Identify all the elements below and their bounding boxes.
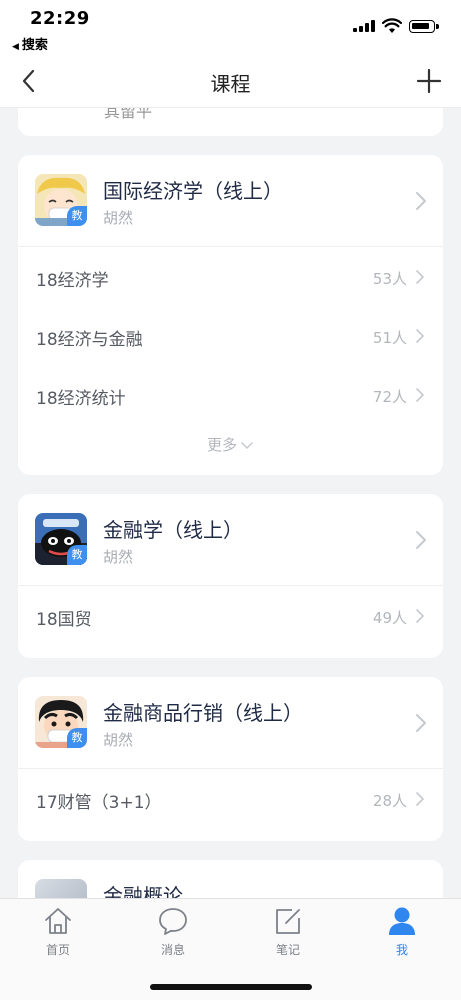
user-icon xyxy=(389,907,415,935)
teacher-badge: 教 xyxy=(67,206,87,226)
class-student-count: 51人 xyxy=(372,329,407,347)
course-teacher: 胡然 xyxy=(103,548,134,566)
teacher-badge: 教 xyxy=(67,728,87,748)
course-header[interactable]: 教 金融学（线上） 胡然 xyxy=(18,494,443,586)
class-name: 18经济学 xyxy=(36,271,109,291)
course-card: 教 金融商品行销（线上） 胡然 17财管（3+1） 28人 xyxy=(18,677,443,841)
status-icons xyxy=(353,18,443,34)
course-card-partial[interactable]: 其留平 xyxy=(18,108,443,136)
class-student-count: 28人 xyxy=(372,792,407,810)
back-app-label: 搜索 xyxy=(21,38,48,53)
home-icon xyxy=(45,908,71,934)
chevron-right-icon xyxy=(416,192,426,210)
tab-label: 我 xyxy=(395,943,408,957)
course-avatar xyxy=(35,879,87,898)
course-title: 国际经济学（线上） xyxy=(103,179,283,203)
tab-me[interactable]: 我 xyxy=(357,905,447,961)
class-student-count: 49人 xyxy=(372,609,407,627)
tab-label: 首页 xyxy=(45,943,70,957)
course-avatar: 教 xyxy=(35,696,87,748)
chevron-right-icon xyxy=(416,531,426,549)
tab-home[interactable]: 首页 xyxy=(13,905,103,961)
course-cover-image xyxy=(35,879,87,898)
page-title: 课程 xyxy=(210,72,251,96)
class-name: 18经济统计 xyxy=(36,389,126,409)
course-card: 教 国际经济学（线上） 胡然 18经济学 53人 18经济与金融 51人 18经… xyxy=(18,155,443,475)
course-title: 金融概论 xyxy=(103,884,183,898)
message-icon xyxy=(159,908,187,935)
status-time: 22:29 xyxy=(30,8,90,29)
note-icon xyxy=(276,909,300,934)
class-row[interactable]: 18经济统计 72人 xyxy=(18,365,443,424)
chevron-right-icon xyxy=(416,329,425,343)
chevron-right-icon xyxy=(416,792,425,806)
screen: 22:29 ◀ 搜索 课程 其留平 教 国际经济学（线上） 胡然 18经济学 5… xyxy=(0,0,461,1000)
cellular-signal-icon xyxy=(353,20,375,32)
more-button[interactable]: 更多 xyxy=(18,424,443,473)
battery-icon xyxy=(409,20,439,33)
course-teacher: 胡然 xyxy=(103,209,134,227)
wifi-icon xyxy=(382,18,402,33)
class-row[interactable]: 17财管（3+1） 28人 xyxy=(18,769,443,828)
chevron-right-icon xyxy=(416,714,426,732)
class-name: 18经济与金融 xyxy=(36,330,143,350)
chevron-down-icon xyxy=(241,441,253,449)
navigation-bar: 课程 xyxy=(0,54,461,108)
course-header[interactable]: 教 金融商品行销（线上） 胡然 xyxy=(18,677,443,769)
course-card: 金融概论 xyxy=(18,860,443,898)
chevron-right-icon xyxy=(416,388,425,402)
course-title: 金融学（线上） xyxy=(103,518,243,542)
course-header[interactable]: 教 国际经济学（线上） 胡然 xyxy=(18,155,443,247)
tab-notes[interactable]: 笔记 xyxy=(243,905,333,961)
course-avatar: 教 xyxy=(35,513,87,565)
course-teacher: 胡然 xyxy=(103,731,134,749)
class-name: 18国贸 xyxy=(36,610,92,630)
back-triangle-icon: ◀ xyxy=(12,42,19,52)
tab-messages[interactable]: 消息 xyxy=(128,905,218,961)
course-title: 金融商品行销（线上） xyxy=(103,701,303,725)
chevron-right-icon xyxy=(416,609,425,623)
add-icon[interactable] xyxy=(415,67,443,95)
back-to-app-link[interactable]: ◀ 搜索 xyxy=(12,34,48,53)
home-indicator xyxy=(150,984,312,990)
more-label: 更多 xyxy=(206,436,237,454)
class-row[interactable]: 18经济与金融 51人 xyxy=(18,306,443,365)
course-header[interactable]: 金融概论 xyxy=(18,860,443,898)
class-student-count: 72人 xyxy=(372,388,407,406)
tab-label: 消息 xyxy=(160,943,185,957)
status-bar: 22:29 ◀ 搜索 xyxy=(0,0,461,54)
class-name: 17财管（3+1） xyxy=(36,793,162,813)
teacher-badge: 教 xyxy=(67,545,87,565)
partial-card-text: 其留平 xyxy=(104,108,153,121)
class-student-count: 53人 xyxy=(372,270,407,288)
class-row[interactable]: 18国贸 49人 xyxy=(18,586,443,645)
chevron-right-icon xyxy=(416,270,425,284)
course-card: 教 金融学（线上） 胡然 18国贸 49人 xyxy=(18,494,443,658)
course-avatar: 教 xyxy=(35,174,87,226)
course-list: 其留平 教 国际经济学（线上） 胡然 18经济学 53人 18经济与金融 51人… xyxy=(0,108,461,898)
class-row[interactable]: 18经济学 53人 xyxy=(18,247,443,306)
tab-label: 笔记 xyxy=(275,943,300,957)
